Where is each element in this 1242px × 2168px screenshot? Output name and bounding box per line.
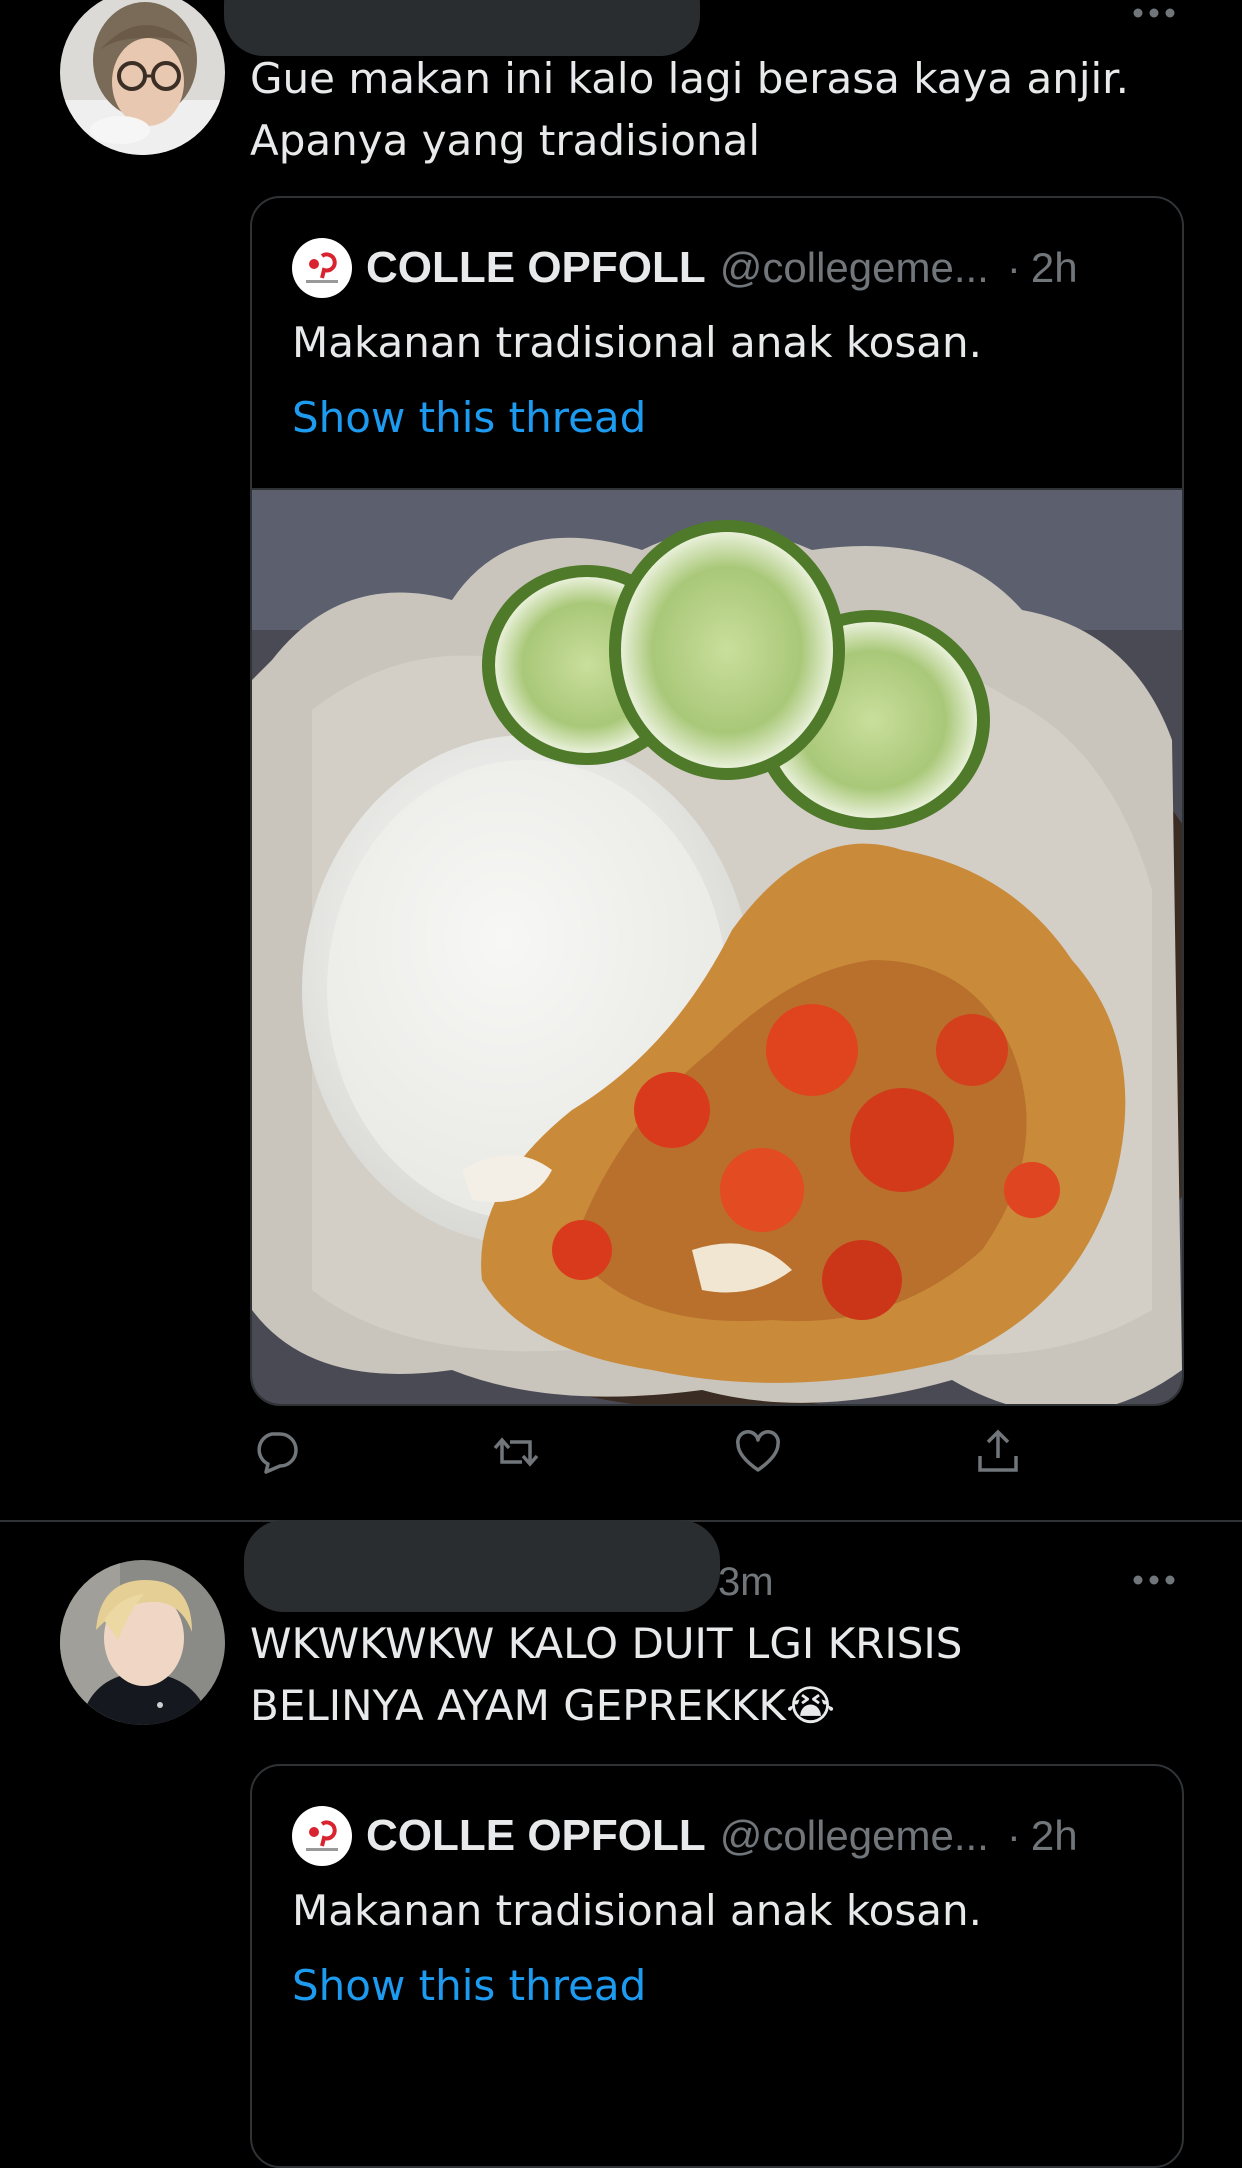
college-logo-icon: [292, 238, 352, 298]
avatar[interactable]: [60, 0, 225, 155]
timestamp[interactable]: 3m: [718, 1552, 774, 1612]
quoted-text: Makanan tradisional anak kosan.: [292, 318, 982, 367]
quoted-handle[interactable]: @collegeme...: [720, 1812, 989, 1860]
avatar[interactable]: [60, 1560, 225, 1725]
quoted-tweet[interactable]: COLLE OPFOLL @collegeme... · 2h Makanan …: [250, 1764, 1184, 2168]
separator-dot: ·: [1006, 244, 1021, 291]
quoted-text: Makanan tradisional anak kosan.: [292, 1886, 982, 1935]
more-icon[interactable]: [1132, 3, 1176, 23]
quoted-tweet-header: COLLE OPFOLL @collegeme... · 2h: [292, 1806, 1078, 1866]
tweet-text: Gue makan ini kalo lagi berasa kaya anji…: [250, 54, 1129, 165]
tweet[interactable]: 3m WKWKWKW KALO DUIT LGI KRISIS BELINYA …: [0, 1520, 1242, 2168]
share-icon[interactable]: [974, 1428, 1022, 1476]
quoted-timestamp[interactable]: 2h: [1031, 244, 1078, 292]
redacted-username: [244, 1520, 720, 1612]
retweet-icon[interactable]: [492, 1428, 540, 1476]
tweet-text: WKWKWKW KALO DUIT LGI KRISIS BELINYA AYA…: [250, 1619, 963, 1730]
quoted-display-name[interactable]: COLLE OPFOLL: [366, 243, 706, 293]
tweet[interactable]: Gue makan ini kalo lagi berasa kaya anji…: [0, 0, 1242, 1522]
reply-icon[interactable]: [252, 1428, 300, 1476]
quoted-handle[interactable]: @collegeme...: [720, 244, 989, 292]
quoted-tweet[interactable]: COLLE OPFOLL @collegeme... · 2h Makanan …: [250, 196, 1184, 1406]
separator-dot: ·: [1006, 1812, 1021, 1859]
more-icon[interactable]: [1132, 1570, 1176, 1590]
quoted-display-name[interactable]: COLLE OPFOLL: [366, 1811, 706, 1861]
like-icon[interactable]: [734, 1428, 782, 1476]
quoted-timestamp[interactable]: 2h: [1031, 1812, 1078, 1860]
quoted-tweet-header: COLLE OPFOLL @collegeme... · 2h: [292, 238, 1078, 298]
food-photo[interactable]: [252, 488, 1182, 1404]
show-thread-link[interactable]: Show this thread: [292, 1956, 646, 2016]
show-thread-link[interactable]: Show this thread: [292, 388, 646, 448]
college-logo-icon: [292, 1806, 352, 1866]
